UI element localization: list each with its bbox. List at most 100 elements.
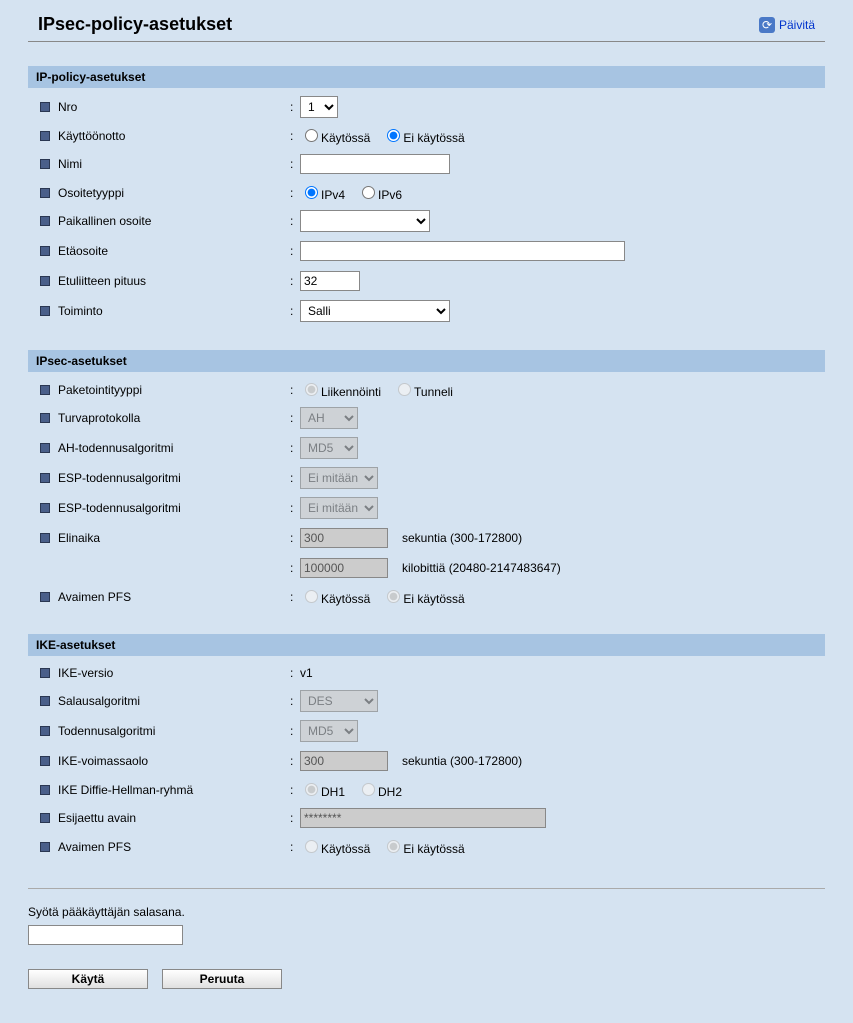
refresh-button[interactable]: ⟳ Päivitä — [759, 17, 815, 33]
ike-pfs-off-text: Ei käytössä — [403, 842, 464, 856]
enable-off-radio[interactable] — [387, 129, 400, 142]
espauth1-label: ESP-todennusalgoritmi — [58, 471, 290, 485]
ike-enc-select: DES — [300, 690, 378, 712]
ipv4-text: IPv4 — [321, 188, 345, 202]
packet-transport-radio — [305, 383, 318, 396]
local-label: Paikallinen osoite — [58, 214, 290, 228]
packet-tunnel-text: Tunneli — [414, 385, 453, 399]
bullet-icon — [40, 102, 50, 112]
nro-label: Nro — [58, 100, 290, 114]
life-kb-suffix: kilobittiä (20480-2147483647) — [402, 561, 561, 575]
bullet-icon — [40, 842, 50, 852]
ike-pfs-off-radio — [387, 840, 400, 853]
life-sec-suffix: sekuntia (300-172800) — [402, 531, 522, 545]
bullet-icon — [40, 385, 50, 395]
local-select[interactable] — [300, 210, 430, 232]
ike-psk-label: Esijaettu avain — [58, 811, 290, 825]
bullet-icon — [40, 276, 50, 286]
espauth2-select: Ei mitään — [300, 497, 378, 519]
espauth1-select: Ei mitään — [300, 467, 378, 489]
ike-ver-value: v1 — [300, 666, 313, 680]
dh1-text: DH1 — [321, 785, 345, 799]
addrtype-label: Osoitetyyppi — [58, 186, 290, 200]
bullet-icon — [40, 756, 50, 766]
ipsec-pfs-off-radio — [387, 590, 400, 603]
page-title: IPsec-policy-asetukset — [38, 14, 232, 35]
life-label: Elinaika — [58, 531, 290, 545]
bullet-icon — [40, 306, 50, 316]
ipsec-pfs-off-text: Ei käytössä — [403, 592, 464, 606]
ahauth-select: MD5 — [300, 437, 358, 459]
bullet-icon — [40, 668, 50, 678]
admin-password-input[interactable] — [28, 925, 183, 945]
enable-on-text: Käytössä — [321, 131, 370, 145]
bullet-icon — [40, 216, 50, 226]
remote-label: Etäosoite — [58, 244, 290, 258]
ike-pfs-on-radio — [305, 840, 318, 853]
remote-input[interactable] — [300, 241, 625, 261]
nro-select[interactable]: 1 — [300, 96, 338, 118]
ipsec-pfs-on-radio — [305, 590, 318, 603]
ipv6-text: IPv6 — [378, 188, 402, 202]
apply-button[interactable]: Käytä — [28, 969, 148, 989]
bullet-icon — [40, 533, 50, 543]
bullet-icon — [40, 592, 50, 602]
ike-auth-label: Todennusalgoritmi — [58, 724, 290, 738]
ike-enc-label: Salausalgoritmi — [58, 694, 290, 708]
bullet-icon — [40, 246, 50, 256]
bullet-icon — [40, 131, 50, 141]
ike-life-suffix: sekuntia (300-172800) — [402, 754, 522, 768]
dh2-radio — [362, 783, 375, 796]
action-select[interactable]: Salli — [300, 300, 450, 322]
section-ip-policy-header: IP-policy-asetukset — [28, 66, 825, 88]
bullet-icon — [40, 443, 50, 453]
packet-label: Paketointityyppi — [58, 383, 290, 397]
ahauth-label: AH-todennusalgoritmi — [58, 441, 290, 455]
bullet-icon — [40, 785, 50, 795]
life-kb-input — [300, 558, 388, 578]
dh2-text: DH2 — [378, 785, 402, 799]
ike-pfs-on-text: Käytössä — [321, 842, 370, 856]
ike-dh-label: IKE Diffie-Hellman-ryhmä — [58, 783, 290, 797]
bullet-icon — [40, 503, 50, 513]
section-ipsec-header: IPsec-asetukset — [28, 350, 825, 372]
name-input[interactable] — [300, 154, 450, 174]
ipsec-pfs-label: Avaimen PFS — [58, 590, 290, 604]
bullet-icon — [40, 159, 50, 169]
ipsec-pfs-on-text: Käytössä — [321, 592, 370, 606]
bullet-icon — [40, 813, 50, 823]
password-prompt: Syötä pääkäyttäjän salasana. — [10, 901, 843, 925]
packet-tunnel-radio — [398, 383, 411, 396]
refresh-label: Päivitä — [779, 18, 815, 32]
enable-label: Käyttöönotto — [58, 129, 290, 143]
bullet-icon — [40, 696, 50, 706]
ipv4-radio[interactable] — [305, 186, 318, 199]
refresh-icon: ⟳ — [759, 17, 775, 33]
cancel-button[interactable]: Peruuta — [162, 969, 282, 989]
bullet-icon — [40, 188, 50, 198]
section-ike-header: IKE-asetukset — [28, 634, 825, 656]
bullet-icon — [40, 473, 50, 483]
life-sec-input — [300, 528, 388, 548]
name-label: Nimi — [58, 157, 290, 171]
secproto-label: Turvaprotokolla — [58, 411, 290, 425]
bullet-icon — [40, 413, 50, 423]
ike-life-label: IKE-voimassaolo — [58, 754, 290, 768]
ike-pfs-label: Avaimen PFS — [58, 840, 290, 854]
packet-transport-text: Liikennöinti — [321, 385, 381, 399]
action-label: Toiminto — [58, 304, 290, 318]
prefix-input[interactable] — [300, 271, 360, 291]
ike-psk-input — [300, 808, 546, 828]
bullet-icon — [40, 726, 50, 736]
enable-on-radio[interactable] — [305, 129, 318, 142]
ike-life-input — [300, 751, 388, 771]
prefix-label: Etuliitteen pituus — [58, 274, 290, 288]
separator — [28, 888, 825, 889]
ipv6-radio[interactable] — [362, 186, 375, 199]
secproto-select: AH — [300, 407, 358, 429]
ike-auth-select: MD5 — [300, 720, 358, 742]
enable-off-text: Ei käytössä — [403, 131, 464, 145]
ike-ver-label: IKE-versio — [58, 666, 290, 680]
espauth2-label: ESP-todennusalgoritmi — [58, 501, 290, 515]
dh1-radio — [305, 783, 318, 796]
